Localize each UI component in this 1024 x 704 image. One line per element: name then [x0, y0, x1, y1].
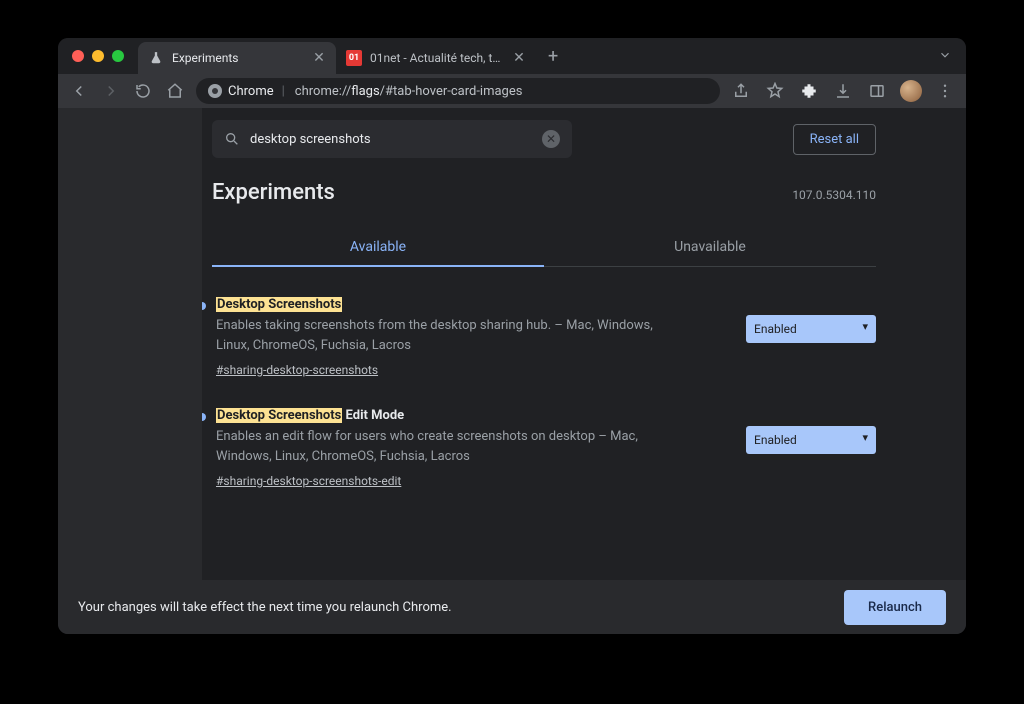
reload-button[interactable] [132, 80, 154, 102]
extensions-icon[interactable] [798, 80, 820, 102]
forward-button[interactable] [100, 80, 122, 102]
toolbar-right [730, 80, 956, 102]
flag-title: Desktop Screenshots Edit Mode [216, 408, 736, 423]
chrome-icon [208, 84, 222, 98]
flag-item: Desktop Screenshots Edit Mode Enables an… [198, 408, 876, 489]
flag-item: Desktop Screenshots Enables taking scree… [198, 297, 876, 378]
flag-tabs: Available Unavailable [212, 229, 876, 267]
tab-unavailable[interactable]: Unavailable [544, 229, 876, 266]
search-input[interactable] [250, 132, 532, 147]
flag-title: Desktop Screenshots [216, 297, 736, 312]
window-controls [58, 50, 138, 62]
flag-description: Enables an edit flow for users who creat… [216, 427, 686, 466]
share-icon[interactable] [730, 80, 752, 102]
version-text: 107.0.5304.110 [792, 188, 876, 202]
chrome-chip-label: Chrome [228, 84, 274, 99]
tab-title: 01net - Actualité tech, tests pr [370, 51, 504, 65]
reset-all-button[interactable]: Reset all [793, 124, 876, 155]
home-button[interactable] [164, 80, 186, 102]
bookmark-star-icon[interactable] [764, 80, 786, 102]
close-tab-icon[interactable]: ✕ [512, 50, 526, 66]
clear-search-icon[interactable]: ✕ [542, 130, 560, 148]
flask-icon [148, 50, 164, 66]
flag-state-select[interactable]: Enabled [746, 315, 876, 343]
browser-window: Experiments ✕ 01 01net - Actualité tech,… [58, 38, 966, 634]
tab-01net[interactable]: 01 01net - Actualité tech, tests pr ✕ [336, 42, 536, 74]
flag-hash-link[interactable]: #sharing-desktop-screenshots [216, 363, 378, 377]
address-bar[interactable]: Chrome | chrome://flags/#tab-hover-card-… [196, 78, 720, 104]
minimize-window-button[interactable] [92, 50, 104, 62]
profile-avatar[interactable] [900, 80, 922, 102]
tabstrip: Experiments ✕ 01 01net - Actualité tech,… [58, 38, 966, 74]
tab-title: Experiments [172, 51, 304, 65]
downloads-icon[interactable] [832, 80, 854, 102]
tab-available[interactable]: Available [212, 229, 544, 267]
window-menu-chevron[interactable] [924, 47, 966, 66]
tab-experiments[interactable]: Experiments ✕ [138, 42, 336, 74]
back-button[interactable] [68, 80, 90, 102]
menu-icon[interactable] [934, 80, 956, 102]
close-window-button[interactable] [72, 50, 84, 62]
url-text: chrome://flags/#tab-hover-card-images [295, 84, 523, 99]
side-panel-icon[interactable] [866, 80, 888, 102]
flag-state-select[interactable]: Enabled [746, 426, 876, 454]
favicon-01net: 01 [346, 50, 362, 66]
new-tab-button[interactable]: + [536, 46, 570, 67]
toolbar: Chrome | chrome://flags/#tab-hover-card-… [58, 74, 966, 108]
flag-hash-link[interactable]: #sharing-desktop-screenshots-edit [216, 474, 401, 488]
search-icon [224, 131, 240, 147]
chrome-chip: Chrome | [208, 84, 287, 99]
close-tab-icon[interactable]: ✕ [312, 50, 326, 66]
page-title: Experiments [212, 180, 335, 205]
maximize-window-button[interactable] [112, 50, 124, 62]
flag-search[interactable]: ✕ [212, 120, 572, 158]
relaunch-note: Your changes will take effect the next t… [78, 600, 832, 615]
page-content: ✕ Reset all Experiments 107.0.5304.110 A… [58, 108, 966, 634]
relaunch-button[interactable]: Relaunch [844, 590, 946, 625]
flag-description: Enables taking screenshots from the desk… [216, 316, 686, 355]
relaunch-bar: Your changes will take effect the next t… [58, 580, 966, 634]
